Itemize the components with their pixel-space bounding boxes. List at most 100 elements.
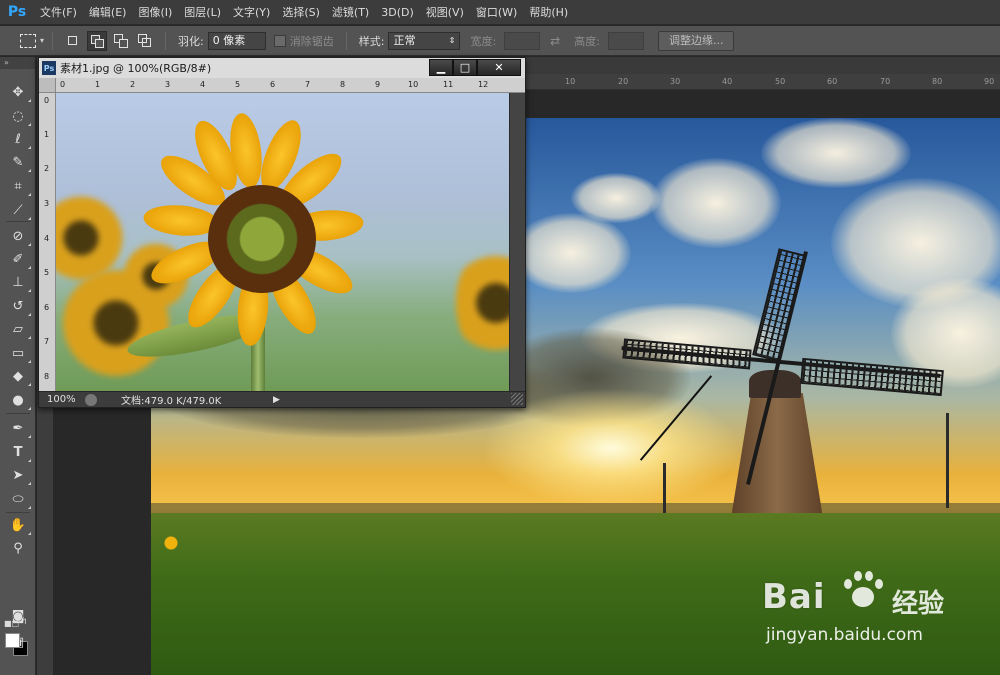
height-label: 高度: (574, 34, 600, 48)
ruler-number: 0 (44, 96, 50, 105)
minimize-icon: ▁ (436, 61, 446, 74)
eyedropper-tool[interactable]: ⟋ (4, 199, 32, 221)
cloud (511, 213, 631, 293)
quick-mask-button[interactable]: ◙ (4, 605, 32, 627)
ruler-number: 2 (130, 80, 136, 89)
ruler-number: 11 (443, 80, 454, 89)
watermark-logo-text: Bai (762, 577, 826, 617)
vertical-scrollbar[interactable] (509, 93, 525, 391)
blur-tool[interactable]: ◆ (4, 365, 32, 387)
pen-icon: ✒ (12, 420, 24, 436)
status-info-icon[interactable] (85, 393, 97, 406)
floating-document-canvas[interactable] (56, 93, 509, 391)
main-horizontal-ruler[interactable]: 10 20 30 40 50 60 70 80 90 (520, 74, 1000, 90)
menu-layer[interactable]: 图层(L) (178, 0, 227, 25)
menu-help[interactable]: 帮助(H) (523, 0, 574, 25)
width-input[interactable] (504, 31, 541, 50)
watermark-jingyan-text: 经验 (892, 589, 945, 619)
menu-edit[interactable]: 编辑(E) (83, 0, 133, 25)
resize-grip-icon[interactable] (511, 393, 523, 405)
marquee-tool[interactable]: ◌ (4, 105, 32, 127)
toolbox-collapse-icon[interactable]: » (0, 57, 35, 69)
menu-window[interactable]: 窗口(W) (470, 0, 523, 25)
status-menu-arrow-icon[interactable]: ▶ (273, 395, 280, 405)
ruler-number: 3 (44, 199, 50, 208)
type-icon: T (13, 444, 23, 460)
divider (345, 31, 347, 50)
ruler-number: 6 (270, 80, 276, 89)
antialias-label: 消除锯齿 (289, 34, 334, 48)
close-button[interactable]: ✕ (477, 59, 521, 76)
eraser-icon: ▱ (13, 321, 23, 337)
intersect-selection-button[interactable] (135, 31, 155, 51)
style-select-value: 正常 (393, 33, 416, 47)
menu-filter[interactable]: 滤镜(T) (326, 0, 375, 25)
move-tool[interactable]: ✥ (4, 81, 32, 103)
menu-select[interactable]: 选择(S) (276, 0, 326, 25)
marquee-tool-preset-icon[interactable] (20, 33, 36, 48)
minimize-button[interactable]: ▁ (429, 59, 453, 76)
ruler-number: 90 (984, 77, 995, 86)
feather-input[interactable]: 0 像素 (207, 31, 266, 50)
pen-tool[interactable]: ✒ (4, 417, 32, 439)
ruler-origin[interactable] (39, 78, 56, 93)
lasso-tool[interactable]: ℓ (4, 128, 32, 150)
close-icon: ✕ (494, 61, 504, 74)
ruler-number: 10 (408, 80, 419, 89)
menu-image[interactable]: 图像(I) (132, 0, 178, 25)
path-select-icon: ➤ (12, 467, 24, 483)
type-tool[interactable]: T (4, 441, 32, 463)
ellipse-shape-tool[interactable]: ⬭ (4, 488, 32, 510)
history-brush-icon: ↺ (12, 298, 24, 314)
vertical-ruler[interactable]: 0 1 2 3 4 5 6 7 8 (39, 93, 56, 391)
maximize-button[interactable]: □ (453, 59, 477, 76)
new-selection-icon (68, 35, 78, 45)
ruler-number: 8 (44, 372, 50, 381)
path-select-tool[interactable]: ➤ (4, 464, 32, 486)
ruler-number: 40 (722, 77, 733, 86)
photoshop-logo: Ps (7, 4, 27, 20)
pylon (663, 463, 666, 513)
menu-3d[interactable]: 3D(D) (375, 0, 420, 25)
gradient-tool[interactable]: ▭ (4, 342, 32, 364)
menu-file[interactable]: 文件(F) (34, 0, 83, 25)
divider (165, 31, 167, 50)
subtract-from-selection-button[interactable] (111, 31, 131, 51)
document-info: 文档:479.0 K/479.0K (121, 396, 222, 407)
zoom-tool[interactable]: ⚲ (4, 537, 32, 559)
crop-tool[interactable]: ⌗ (4, 175, 32, 197)
quick-select-tool[interactable]: ✎ (4, 151, 32, 173)
dodge-tool[interactable]: ● (4, 389, 32, 411)
history-brush-tool[interactable]: ↺ (4, 295, 32, 317)
foreground-color-swatch[interactable] (5, 633, 20, 648)
new-selection-button[interactable] (63, 31, 83, 51)
paw-pad (852, 587, 874, 607)
swap-width-height-icon[interactable]: ⇄ (550, 34, 560, 48)
eraser-tool[interactable]: ▱ (4, 318, 32, 340)
healing-brush-tool[interactable]: ⊘ (4, 225, 32, 247)
tool-preset-caret-icon[interactable]: ▾ (40, 36, 44, 45)
brush-tool[interactable]: ✐ (4, 248, 32, 270)
background-sunflower (456, 243, 509, 363)
add-selection-icon-2 (95, 38, 105, 48)
add-to-selection-button[interactable] (87, 30, 108, 51)
paw-toe (844, 579, 852, 589)
menu-view[interactable]: 视图(V) (420, 0, 470, 25)
document-tab-bar (520, 57, 1000, 74)
menu-type[interactable]: 文字(Y) (227, 0, 276, 25)
ruler-number: 4 (200, 80, 206, 89)
height-input[interactable] (607, 31, 644, 50)
watermark-url: jingyan.baidu.com (766, 625, 923, 645)
antialias-checkbox[interactable] (273, 34, 286, 47)
refine-edge-button[interactable]: 调整边缘... (657, 30, 735, 51)
style-label: 样式: (358, 34, 385, 48)
style-select[interactable]: 正常 ⇕ (388, 31, 461, 50)
divider (52, 31, 54, 50)
clone-stamp-tool[interactable]: ⊥ (4, 271, 32, 293)
zoom-level[interactable]: 100% (39, 394, 79, 405)
floating-document-window[interactable]: Ps 素材1.jpg @ 100%(RGB/8#) ▁ □ ✕ 0 1 2 3 … (38, 57, 526, 408)
ruler-number: 7 (305, 80, 311, 89)
horizontal-ruler[interactable]: 0 1 2 3 4 5 6 7 8 9 10 11 12 (56, 78, 525, 93)
menu-bar: Ps 文件(F) 编辑(E) 图像(I) 图层(L) 文字(Y) 选择(S) 滤… (0, 0, 1000, 25)
hand-tool[interactable]: ✋ (4, 514, 32, 536)
